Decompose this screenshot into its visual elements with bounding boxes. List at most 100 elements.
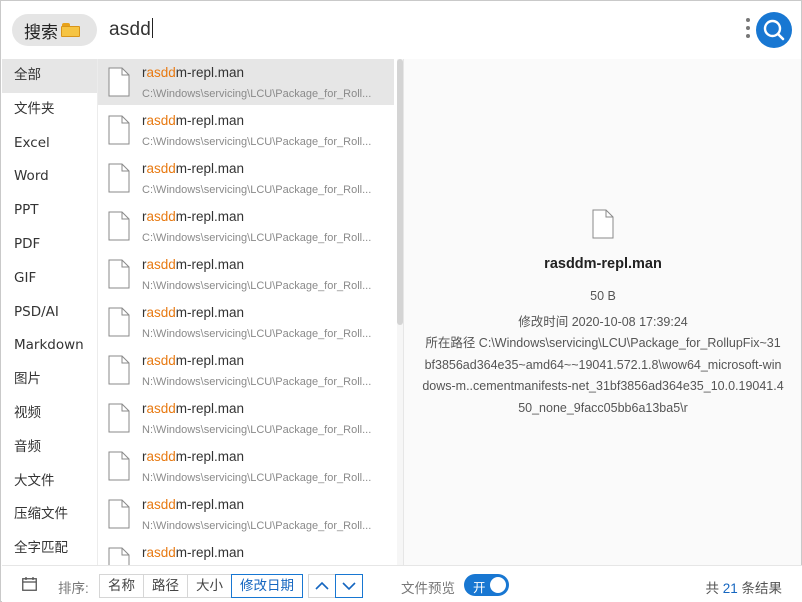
document-icon: [592, 209, 614, 239]
name-suffix: m-repl.man: [175, 65, 245, 80]
sidebar-item-images[interactable]: 图片: [2, 363, 97, 397]
result-file-name: rasddm-repl.man: [142, 449, 244, 464]
document-icon: [108, 307, 130, 337]
result-file-path: C:\Windows\servicing\LCU\Package_for_Rol…: [142, 232, 372, 244]
toggle-knob: [490, 577, 506, 593]
document-icon: [108, 547, 130, 565]
result-file-path: N:\Windows\servicing\LCU\Package_for_Rol…: [142, 520, 372, 532]
name-match-highlight: asdd: [146, 257, 176, 272]
preview-file-name: rasddm-repl.man: [544, 256, 662, 272]
search-input[interactable]: asdd: [109, 18, 154, 41]
sidebar-item-pdf[interactable]: PDF: [2, 228, 97, 262]
sidebar-item-gif[interactable]: GIF: [2, 262, 97, 296]
sort-options: 名称 路径 大小 修改日期: [99, 574, 303, 598]
result-row[interactable]: rasddm-repl.man N:\Windows\servicing\LCU\…: [98, 491, 394, 537]
result-file-path: N:\Windows\servicing\LCU\Package_for_Rol…: [142, 376, 372, 388]
result-row[interactable]: rasddm-repl.man C:\Windows\servicing\LCU\…: [98, 203, 394, 249]
result-file-path: C:\Windows\servicing\LCU\Package_for_Rol…: [142, 136, 372, 148]
sidebar-item-markdown[interactable]: Markdown: [2, 329, 97, 363]
document-icon: [108, 403, 130, 433]
result-file-name: rasddm-repl.man: [142, 113, 244, 128]
sidebar-item-ppt[interactable]: PPT: [2, 194, 97, 228]
sidebar-item-large-files[interactable]: 大文件: [2, 465, 97, 499]
search-button[interactable]: [756, 12, 792, 48]
category-sidebar: 全部 文件夹 Excel Word PPT PDF GIF PSD/AI Mar…: [2, 59, 98, 565]
sidebar-item-excel[interactable]: Excel: [2, 127, 97, 161]
name-suffix: m-repl.man: [175, 209, 245, 224]
sidebar-item-videos[interactable]: 视频: [2, 397, 97, 431]
name-match-highlight: asdd: [146, 113, 176, 128]
document-icon: [108, 355, 130, 385]
file-preview-label: 文件预览: [401, 581, 455, 596]
result-count-suffix: 条结果: [741, 581, 783, 596]
name-match-highlight: asdd: [146, 497, 176, 512]
sort-by-modified-button[interactable]: 修改日期: [231, 574, 303, 598]
preview-file-path: 所在路径 C:\Windows\servicing\LCU\Package_fo…: [422, 336, 784, 415]
result-row[interactable]: rasddm-repl.man C:\Windows\servicing\LCU\…: [98, 107, 394, 153]
result-row[interactable]: rasddm-repl.man N:\Windows\servicing\LCU\…: [98, 347, 394, 393]
more-vertical-icon[interactable]: [744, 18, 752, 44]
result-file-name: rasddm-repl.man: [142, 257, 244, 272]
result-file-name: rasddm-repl.man: [142, 161, 244, 176]
result-count-prefix: 共: [705, 581, 719, 596]
sidebar-item-archives[interactable]: 压缩文件: [2, 498, 97, 532]
text-caret: [152, 18, 154, 38]
file-preview-toggle[interactable]: 开: [464, 574, 509, 596]
preview-pane: rasddm-repl.man 50 B 修改时间 2020-10-08 17:…: [403, 59, 801, 565]
result-file-name: rasddm-repl.man: [142, 497, 244, 512]
sidebar-item-whole-word[interactable]: 全字匹配: [2, 532, 97, 566]
document-icon: [108, 211, 130, 241]
sort-label: 排序:: [58, 581, 89, 596]
name-suffix: m-repl.man: [175, 257, 245, 272]
result-file-path: N:\Windows\servicing\LCU\Package_for_Rol…: [142, 328, 372, 340]
name-match-highlight: asdd: [146, 545, 176, 560]
name-suffix: m-repl.man: [175, 305, 245, 320]
document-icon: [108, 115, 130, 145]
name-suffix: m-repl.man: [175, 113, 245, 128]
search-bar: 搜索 asdd: [1, 1, 801, 59]
sidebar-item-word[interactable]: Word: [2, 160, 97, 194]
document-icon: [108, 259, 130, 289]
sidebar-item-folders[interactable]: 文件夹: [2, 93, 97, 127]
sort-by-size-button[interactable]: 大小: [187, 574, 232, 598]
result-file-name: rasddm-repl.man: [142, 353, 244, 368]
app-window: 搜索 asdd 全部 文件夹 Excel Word PPT PDF GIF PS…: [0, 0, 802, 602]
status-bar: 排序: 名称 路径 大小 修改日期 文件预览 开 共 21 条结果: [2, 565, 802, 602]
name-match-highlight: asdd: [146, 209, 176, 224]
result-row[interactable]: rasddm-repl.man N:\Windows\servicing\LCU\…: [98, 299, 394, 345]
calendar-icon[interactable]: [22, 577, 37, 591]
sidebar-item-audio[interactable]: 音频: [2, 431, 97, 465]
sidebar-item-all[interactable]: 全部: [2, 59, 97, 93]
sidebar-item-psd-ai[interactable]: PSD/AI: [2, 296, 97, 330]
name-match-highlight: asdd: [146, 161, 176, 176]
sort-by-name-button[interactable]: 名称: [99, 574, 144, 598]
sort-ascending-button[interactable]: [308, 574, 336, 598]
result-file-path: N:\Windows\servicing\LCU\Package_for_Rol…: [142, 424, 372, 436]
sort-by-path-button[interactable]: 路径: [143, 574, 188, 598]
name-suffix: m-repl.man: [175, 161, 245, 176]
result-file-name: rasddm-repl.man: [142, 545, 244, 560]
search-query-text: asdd: [109, 19, 152, 40]
document-icon: [108, 451, 130, 481]
name-suffix: m-repl.man: [175, 353, 245, 368]
result-count: 共 21 条结果: [705, 577, 782, 597]
search-scope-button[interactable]: 搜索: [12, 14, 97, 46]
result-row[interactable]: rasddm-repl.man: [98, 539, 394, 565]
result-row[interactable]: rasddm-repl.man C:\Windows\servicing\LCU\…: [98, 155, 394, 201]
result-file-path: C:\Windows\servicing\LCU\Package_for_Rol…: [142, 88, 372, 100]
results-list: rasddm-repl.man C:\Windows\servicing\LCU\…: [98, 59, 397, 565]
result-row[interactable]: rasddm-repl.man C:\Windows\servicing\LCU\…: [98, 59, 394, 105]
name-match-highlight: asdd: [146, 305, 176, 320]
result-file-path: N:\Windows\servicing\LCU\Package_for_Rol…: [142, 472, 372, 484]
result-row[interactable]: rasddm-repl.man N:\Windows\servicing\LCU\…: [98, 395, 394, 441]
name-match-highlight: asdd: [146, 401, 176, 416]
document-icon: [108, 499, 130, 529]
name-match-highlight: asdd: [146, 449, 176, 464]
result-row[interactable]: rasddm-repl.man N:\Windows\servicing\LCU\…: [98, 251, 394, 297]
result-row[interactable]: rasddm-repl.man N:\Windows\servicing\LCU\…: [98, 443, 394, 489]
search-icon: [763, 19, 785, 41]
name-suffix: m-repl.man: [175, 401, 245, 416]
result-count-number: 21: [722, 581, 738, 596]
document-icon: [108, 163, 130, 193]
sort-descending-button[interactable]: [335, 574, 363, 598]
